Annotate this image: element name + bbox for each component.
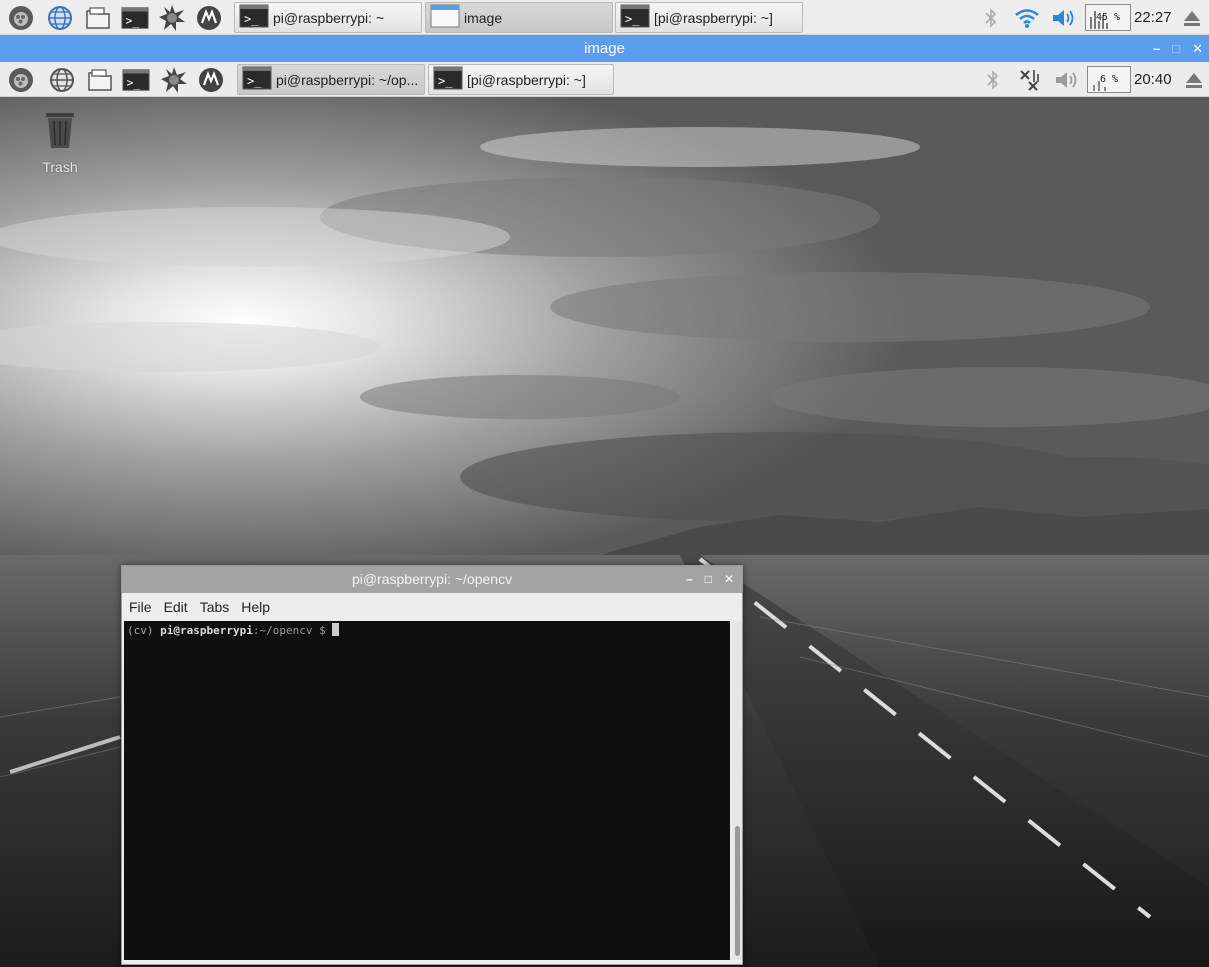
web-browser-icon[interactable] bbox=[46, 4, 74, 32]
web-browser-icon[interactable] bbox=[48, 66, 76, 94]
task-button-terminal-opencv[interactable]: >_ pi@raspberrypi: ~/op... bbox=[237, 64, 425, 95]
eject-icon[interactable] bbox=[1182, 0, 1202, 35]
cpu-percent: 45 bbox=[1095, 12, 1108, 23]
remote-taskbar: >_ >_ pi@raspberrypi: ~/op... >_ [pi@ras… bbox=[0, 62, 1209, 97]
cpu-percent: 6 bbox=[1099, 74, 1106, 85]
terminal-titlebar[interactable]: pi@raspberrypi: ~/opencv – □ ✕ bbox=[122, 566, 742, 593]
cpu-unit: % bbox=[1112, 74, 1119, 85]
task-label: pi@raspberrypi: ~/op... bbox=[276, 71, 419, 88]
trash-icon bbox=[39, 113, 81, 154]
task-button-image[interactable]: image bbox=[425, 2, 613, 33]
terminal-icon: >_ bbox=[433, 65, 463, 94]
close-button[interactable]: ✕ bbox=[1192, 35, 1203, 62]
cpu-unit: % bbox=[1114, 12, 1121, 23]
menu-help[interactable]: Help bbox=[241, 599, 270, 615]
svg-text:>_: >_ bbox=[247, 74, 262, 88]
maximize-button[interactable]: □ bbox=[1172, 35, 1180, 62]
task-label: [pi@raspberrypi: ~] bbox=[467, 71, 586, 88]
clock[interactable]: 20:40 bbox=[1134, 62, 1172, 97]
terminal-icon[interactable]: >_ bbox=[122, 66, 150, 94]
svg-text:>_: >_ bbox=[438, 74, 453, 88]
volume-icon[interactable] bbox=[1053, 62, 1081, 97]
wolfram-icon[interactable] bbox=[197, 66, 225, 94]
remote-desktop: >_ >_ pi@raspberrypi: ~/op... >_ [pi@ras… bbox=[0, 62, 1209, 967]
close-button[interactable]: ✕ bbox=[724, 566, 734, 593]
minimize-button[interactable]: – bbox=[1153, 35, 1160, 62]
wolfram-icon[interactable] bbox=[195, 4, 223, 32]
terminal-icon[interactable]: >_ bbox=[121, 4, 149, 32]
svg-text:>_: >_ bbox=[625, 12, 640, 26]
network-disconnected-icon[interactable] bbox=[1017, 62, 1043, 97]
svg-text:>_: >_ bbox=[126, 15, 140, 28]
cpu-monitor[interactable]: 45 % bbox=[1085, 0, 1131, 35]
terminal-window[interactable]: pi@raspberrypi: ~/opencv – □ ✕ File Edit… bbox=[121, 565, 743, 965]
prompt-user-host: pi@raspberrypi bbox=[160, 624, 253, 637]
task-button-terminal-vnc[interactable]: >_ [pi@raspberrypi: ~] bbox=[615, 2, 803, 33]
host-taskbar: >_ >_ pi@raspberrypi: ~ image >_ [pi@ras… bbox=[0, 0, 1209, 35]
prompt-path: :~/opencv $ bbox=[252, 624, 333, 637]
math-kernel-icon[interactable] bbox=[158, 4, 186, 32]
task-button-terminal-home[interactable]: >_ [pi@raspberrypi: ~] bbox=[428, 64, 614, 95]
svg-text:>_: >_ bbox=[244, 12, 259, 26]
math-kernel-icon[interactable] bbox=[160, 66, 188, 94]
file-manager-icon[interactable] bbox=[86, 66, 114, 94]
clock[interactable]: 22:27 bbox=[1134, 0, 1172, 35]
raspberry-menu-icon[interactable] bbox=[7, 4, 35, 32]
wifi-icon[interactable] bbox=[1014, 0, 1040, 35]
task-button-terminal-home[interactable]: >_ pi@raspberrypi: ~ bbox=[234, 2, 422, 33]
bluetooth-icon[interactable] bbox=[985, 62, 1001, 97]
raspberry-menu-icon[interactable] bbox=[7, 66, 35, 94]
menu-file[interactable]: File bbox=[129, 599, 152, 615]
file-manager-icon[interactable] bbox=[84, 4, 112, 32]
vnc-window-titlebar[interactable]: image – □ ✕ bbox=[0, 35, 1209, 62]
task-label: image bbox=[464, 9, 503, 26]
terminal-scrollbar[interactable] bbox=[732, 621, 742, 960]
bluetooth-icon[interactable] bbox=[983, 0, 999, 35]
eject-icon[interactable] bbox=[1184, 62, 1204, 97]
window-icon bbox=[430, 3, 460, 32]
scrollbar-thumb[interactable] bbox=[735, 826, 740, 956]
svg-text:>_: >_ bbox=[127, 77, 141, 90]
task-label: pi@raspberrypi: ~ bbox=[273, 9, 385, 26]
vnc-window-title: image bbox=[584, 40, 625, 57]
text-cursor bbox=[332, 623, 340, 636]
terminal-icon: >_ bbox=[242, 65, 272, 94]
prompt-env: (cv) bbox=[127, 624, 161, 637]
menu-edit[interactable]: Edit bbox=[164, 599, 188, 615]
maximize-button[interactable]: □ bbox=[705, 566, 712, 593]
terminal-output[interactable]: (cv) pi@raspberrypi:~/opencv $ bbox=[124, 621, 730, 960]
task-label: [pi@raspberrypi: ~] bbox=[654, 9, 773, 26]
terminal-menubar: File Edit Tabs Help bbox=[122, 593, 742, 621]
terminal-icon: >_ bbox=[620, 3, 650, 32]
desktop-icon-trash[interactable]: Trash bbox=[30, 110, 90, 175]
desktop-icon-label: Trash bbox=[42, 159, 78, 175]
minimize-button[interactable]: – bbox=[686, 566, 693, 593]
terminal-title: pi@raspberrypi: ~/opencv bbox=[351, 571, 513, 587]
cpu-monitor[interactable]: 6 % bbox=[1087, 62, 1131, 97]
menu-tabs[interactable]: Tabs bbox=[200, 599, 230, 615]
volume-icon[interactable] bbox=[1050, 0, 1078, 35]
terminal-icon: >_ bbox=[239, 3, 269, 32]
